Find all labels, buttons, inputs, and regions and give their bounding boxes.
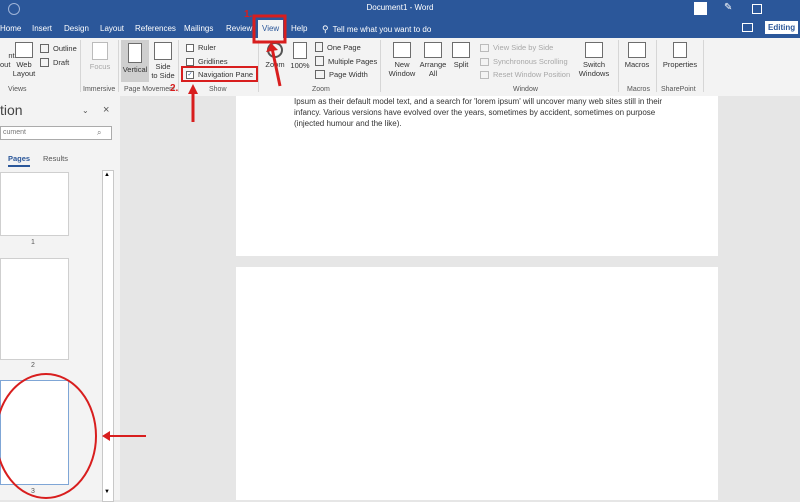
arrowhead-view-tab [266,43,278,52]
step-1-label: 1. [244,9,253,20]
highlight-navigation-pane-box [181,66,258,82]
highlight-page-3-circle [0,373,97,499]
highlight-view-tab-box [252,14,287,44]
arrow-to-view-tab [270,47,282,87]
arrowhead-page-3 [102,431,110,441]
annotation-overlay [0,14,287,499]
arrowhead-navigation-pane [188,84,198,94]
step-2-label: 2. [170,83,179,94]
